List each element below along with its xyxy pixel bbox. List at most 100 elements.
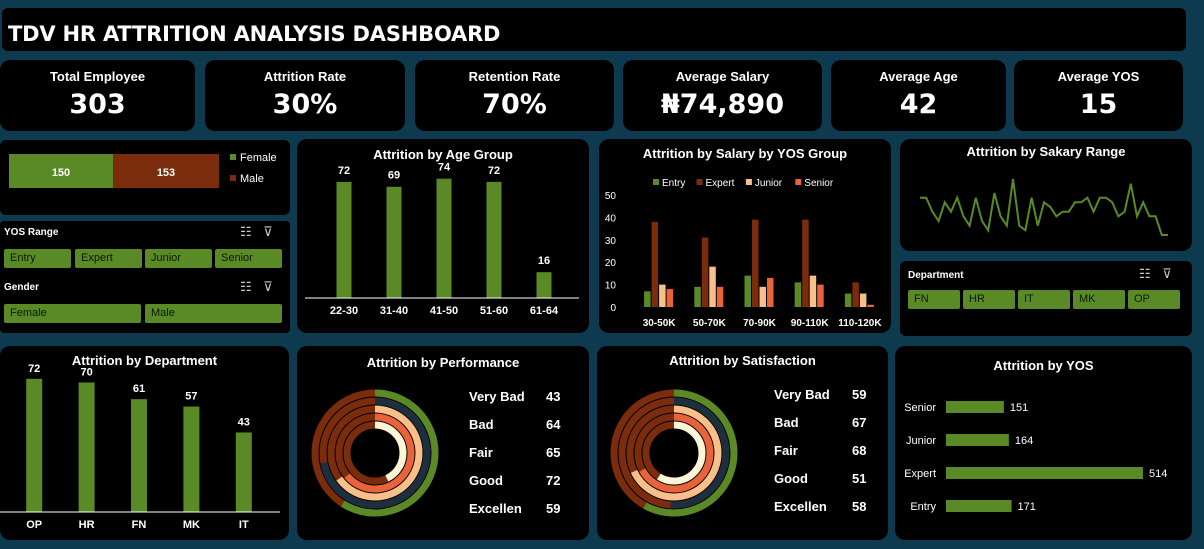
x-tick-label: 90-110K bbox=[791, 318, 830, 329]
multi-select-icon[interactable]: ☷ bbox=[240, 279, 252, 294]
bar bbox=[709, 266, 716, 307]
slicer-dept-op[interactable]: OP bbox=[1128, 290, 1180, 309]
clear-filter-icon[interactable]: ⊽ bbox=[263, 224, 273, 239]
bar bbox=[809, 275, 817, 307]
value-label: 65 bbox=[546, 445, 560, 460]
bar bbox=[644, 291, 651, 307]
x-tick-label: 31-40 bbox=[380, 305, 408, 317]
bar bbox=[131, 399, 147, 512]
data-label: 70 bbox=[80, 367, 92, 379]
slicer-yos-expert[interactable]: Expert bbox=[75, 249, 142, 268]
kpi-value: 15 bbox=[1079, 89, 1118, 120]
data-label: 74 bbox=[438, 162, 451, 174]
bar bbox=[767, 277, 774, 307]
legend-male-label: Male bbox=[240, 173, 264, 185]
x-tick-label: MK bbox=[183, 519, 200, 531]
salary-yos-chart: 0 10 20 30 40 50 30-50K 50-70K 70-90K 90-110K 110-… bbox=[605, 178, 882, 329]
bar bbox=[946, 500, 1012, 512]
kpi-label: Attrition Rate bbox=[263, 69, 347, 84]
category-label: Bad bbox=[774, 415, 799, 430]
performance-donut: Very Bad 43 Bad 64 Fair 65 Good 72 Excellen 59 bbox=[311, 389, 561, 517]
bar bbox=[867, 304, 874, 307]
y-tick-label: Expert bbox=[904, 468, 936, 480]
x-tick-label: 41-50 bbox=[430, 305, 458, 317]
kpi-average-yos: Average YOS 15 bbox=[1014, 60, 1183, 131]
data-label: 43 bbox=[238, 416, 250, 428]
value-label: 51 bbox=[852, 471, 866, 486]
kpi-label: Average YOS bbox=[1057, 69, 1140, 84]
bar bbox=[802, 219, 809, 307]
kpi-value: 42 bbox=[899, 89, 938, 120]
bar bbox=[859, 293, 867, 307]
kpi-value: 70% bbox=[482, 89, 547, 120]
x-tick-label: OP bbox=[26, 519, 42, 531]
slicer-yos-junior[interactable]: Junior bbox=[145, 249, 212, 268]
department-chart: 72 OP 70 HR 61 FN 57 MK 43 IT bbox=[0, 363, 280, 531]
clear-filter-icon[interactable]: ⊽ bbox=[1162, 266, 1172, 281]
kpi-average-age: Average Age 42 bbox=[831, 60, 1006, 131]
y-tick-label: 40 bbox=[605, 213, 617, 224]
gender-card: 150 153 Female Male bbox=[0, 140, 290, 215]
bar bbox=[946, 467, 1144, 479]
category-label: Fair bbox=[774, 443, 798, 458]
slicer-dept-it[interactable]: IT bbox=[1018, 290, 1070, 309]
y-tick-label: Junior bbox=[906, 435, 936, 447]
bar bbox=[651, 221, 659, 307]
bar bbox=[716, 286, 724, 307]
category-label: Bad bbox=[469, 417, 494, 432]
slicer-yos-senior[interactable]: Senior bbox=[215, 249, 282, 268]
legend-female-label: Female bbox=[240, 152, 277, 164]
kpi-label: Average Age bbox=[879, 69, 958, 84]
multi-select-icon[interactable]: ☷ bbox=[1139, 266, 1151, 281]
slicer-gender-male[interactable]: Male bbox=[145, 304, 282, 323]
value-label: 67 bbox=[852, 415, 866, 430]
bar bbox=[386, 186, 402, 298]
legend-label: Senior bbox=[804, 178, 834, 189]
category-label: Good bbox=[774, 471, 808, 486]
y-tick-label: Entry bbox=[910, 501, 936, 513]
bar bbox=[946, 401, 1004, 413]
kpi-value: 303 bbox=[69, 89, 126, 120]
bar bbox=[694, 286, 701, 307]
bar bbox=[26, 378, 43, 512]
bar bbox=[752, 219, 759, 307]
data-label: 57 bbox=[185, 391, 197, 403]
legend-swatch bbox=[653, 179, 659, 185]
male-value: 153 bbox=[157, 167, 175, 179]
data-label: 514 bbox=[1149, 468, 1167, 480]
bar bbox=[183, 406, 200, 512]
multi-select-icon[interactable]: ☷ bbox=[240, 224, 252, 239]
clear-filter-icon[interactable]: ⊽ bbox=[263, 279, 273, 294]
category-label: Very Bad bbox=[774, 387, 830, 402]
x-tick-label: 70-90K bbox=[743, 318, 777, 329]
slicer-dept-hr[interactable]: HR bbox=[963, 290, 1015, 309]
data-label: 171 bbox=[1018, 501, 1036, 513]
x-tick-label: 61-64 bbox=[530, 305, 559, 317]
data-label: 151 bbox=[1010, 402, 1028, 414]
x-tick-label: FN bbox=[132, 519, 147, 531]
slicer-dept-fn[interactable]: FN bbox=[908, 290, 960, 309]
department-slicer-title: Department bbox=[908, 270, 964, 281]
bar bbox=[336, 181, 352, 298]
category-label: Excellen bbox=[774, 499, 827, 514]
bar bbox=[852, 282, 859, 307]
y-tick-label: Senior bbox=[904, 402, 936, 414]
slicer-yos-entry[interactable]: Entry bbox=[4, 249, 71, 268]
slicer-gender-female[interactable]: Female bbox=[4, 304, 141, 323]
data-label: 16 bbox=[538, 255, 550, 267]
data-label: 61 bbox=[133, 383, 145, 395]
value-label: 72 bbox=[546, 473, 560, 488]
legend-label: Expert bbox=[706, 178, 735, 189]
x-tick-label: 22-30 bbox=[330, 305, 358, 317]
kpi-average-salary: Average Salary ₦74,890 bbox=[623, 60, 822, 131]
y-tick-label: 30 bbox=[605, 236, 617, 247]
legend-label: Entry bbox=[662, 178, 685, 189]
age-chart: 72 22-30 69 31-40 74 41-50 72 51-60 16 61-64 bbox=[305, 162, 579, 317]
y-tick-label: 20 bbox=[605, 258, 617, 269]
salary-yos-card: Attrition by Salary by YOS Group 0 10 20 30… bbox=[599, 139, 891, 333]
data-label: 69 bbox=[388, 170, 400, 182]
legend-swatch bbox=[745, 179, 752, 185]
yos-chart: Senior 151 Junior 164 Expert 514 Entry 171 bbox=[904, 401, 1167, 513]
kpi-attrition-rate: Attrition Rate 30% bbox=[205, 60, 405, 131]
slicer-dept-mk[interactable]: MK bbox=[1073, 290, 1125, 309]
